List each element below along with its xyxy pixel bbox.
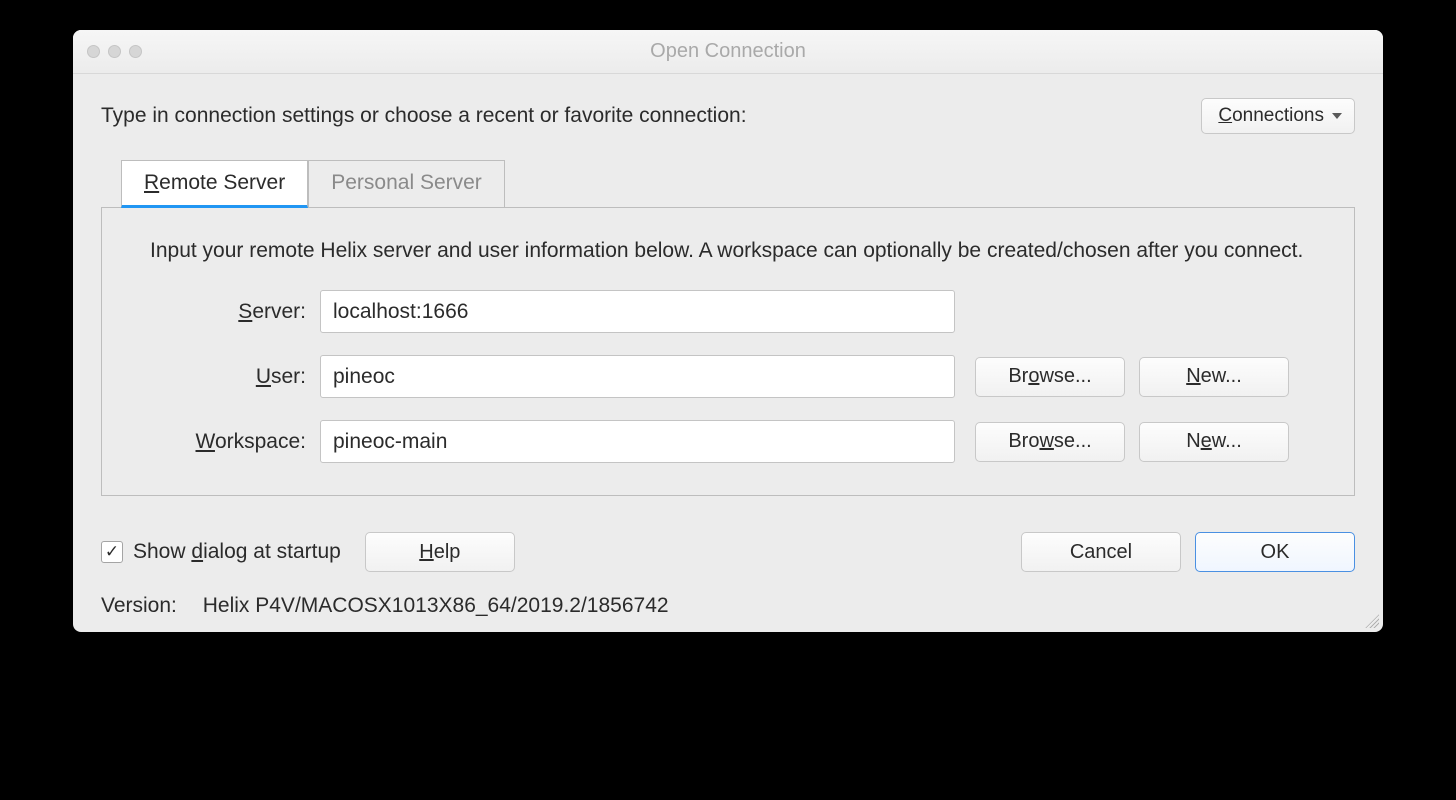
user-buttons: Browse... New... <box>975 357 1289 397</box>
titlebar: Open Connection <box>73 30 1383 74</box>
workspace-label: Workspace: <box>150 430 320 454</box>
user-input[interactable] <box>320 355 955 398</box>
new-user-button[interactable]: New... <box>1139 357 1289 397</box>
ok-button[interactable]: OK <box>1195 532 1355 572</box>
show-dialog-checkbox-wrap: ✓ Show dialog at startup <box>101 540 341 564</box>
workspace-row: Workspace: Browse... New... <box>150 420 1306 463</box>
dialog-content: Type in connection settings or choose a … <box>73 74 1383 632</box>
remote-server-panel: Input your remote Helix server and user … <box>101 207 1355 496</box>
zoom-icon[interactable] <box>129 45 142 58</box>
server-input[interactable] <box>320 290 955 333</box>
workspace-input[interactable] <box>320 420 955 463</box>
cancel-button[interactable]: Cancel <box>1021 532 1181 572</box>
user-label: User: <box>150 365 320 389</box>
bottom-row: ✓ Show dialog at startup Help Cancel OK <box>101 532 1355 572</box>
help-button[interactable]: Help <box>365 532 515 572</box>
traffic-lights <box>73 45 142 58</box>
open-connection-window: Open Connection Type in connection setti… <box>73 30 1383 632</box>
server-row: Server: <box>150 290 1306 333</box>
dialog-buttons: Cancel OK <box>1021 532 1355 572</box>
minimize-icon[interactable] <box>108 45 121 58</box>
show-dialog-checkbox[interactable]: ✓ <box>101 541 123 563</box>
resize-grip-icon[interactable] <box>1365 614 1379 628</box>
version-row: Version: Helix P4V/MACOSX1013X86_64/2019… <box>101 594 1355 618</box>
version-label: Version: <box>101 594 177 617</box>
new-workspace-button[interactable]: New... <box>1139 422 1289 462</box>
top-row: Type in connection settings or choose a … <box>101 98 1355 134</box>
tab-remote-mnemonic: R <box>144 171 159 194</box>
connections-mnemonic: C <box>1218 105 1232 126</box>
window-title: Open Connection <box>73 40 1383 63</box>
workspace-buttons: Browse... New... <box>975 422 1289 462</box>
user-row: User: Browse... New... <box>150 355 1306 398</box>
tab-remote-server[interactable]: Remote Server <box>121 160 308 208</box>
show-dialog-label: Show dialog at startup <box>133 540 341 564</box>
chevron-down-icon <box>1332 113 1342 119</box>
tab-remote-rest: emote Server <box>159 171 285 194</box>
tabs: Remote Server Personal Server <box>121 160 1355 208</box>
instruction-text: Type in connection settings or choose a … <box>101 104 747 128</box>
panel-description: Input your remote Helix server and user … <box>150 236 1306 266</box>
connections-label-rest: onnections <box>1232 105 1324 126</box>
tabs-container: Remote Server Personal Server <box>121 160 1355 208</box>
tab-personal-server[interactable]: Personal Server <box>308 160 505 208</box>
version-value: Helix P4V/MACOSX1013X86_64/2019.2/185674… <box>203 594 669 617</box>
connections-dropdown[interactable]: Connections <box>1201 98 1355 134</box>
browse-workspace-button[interactable]: Browse... <box>975 422 1125 462</box>
browse-user-button[interactable]: Browse... <box>975 357 1125 397</box>
server-label: Server: <box>150 300 320 324</box>
close-icon[interactable] <box>87 45 100 58</box>
